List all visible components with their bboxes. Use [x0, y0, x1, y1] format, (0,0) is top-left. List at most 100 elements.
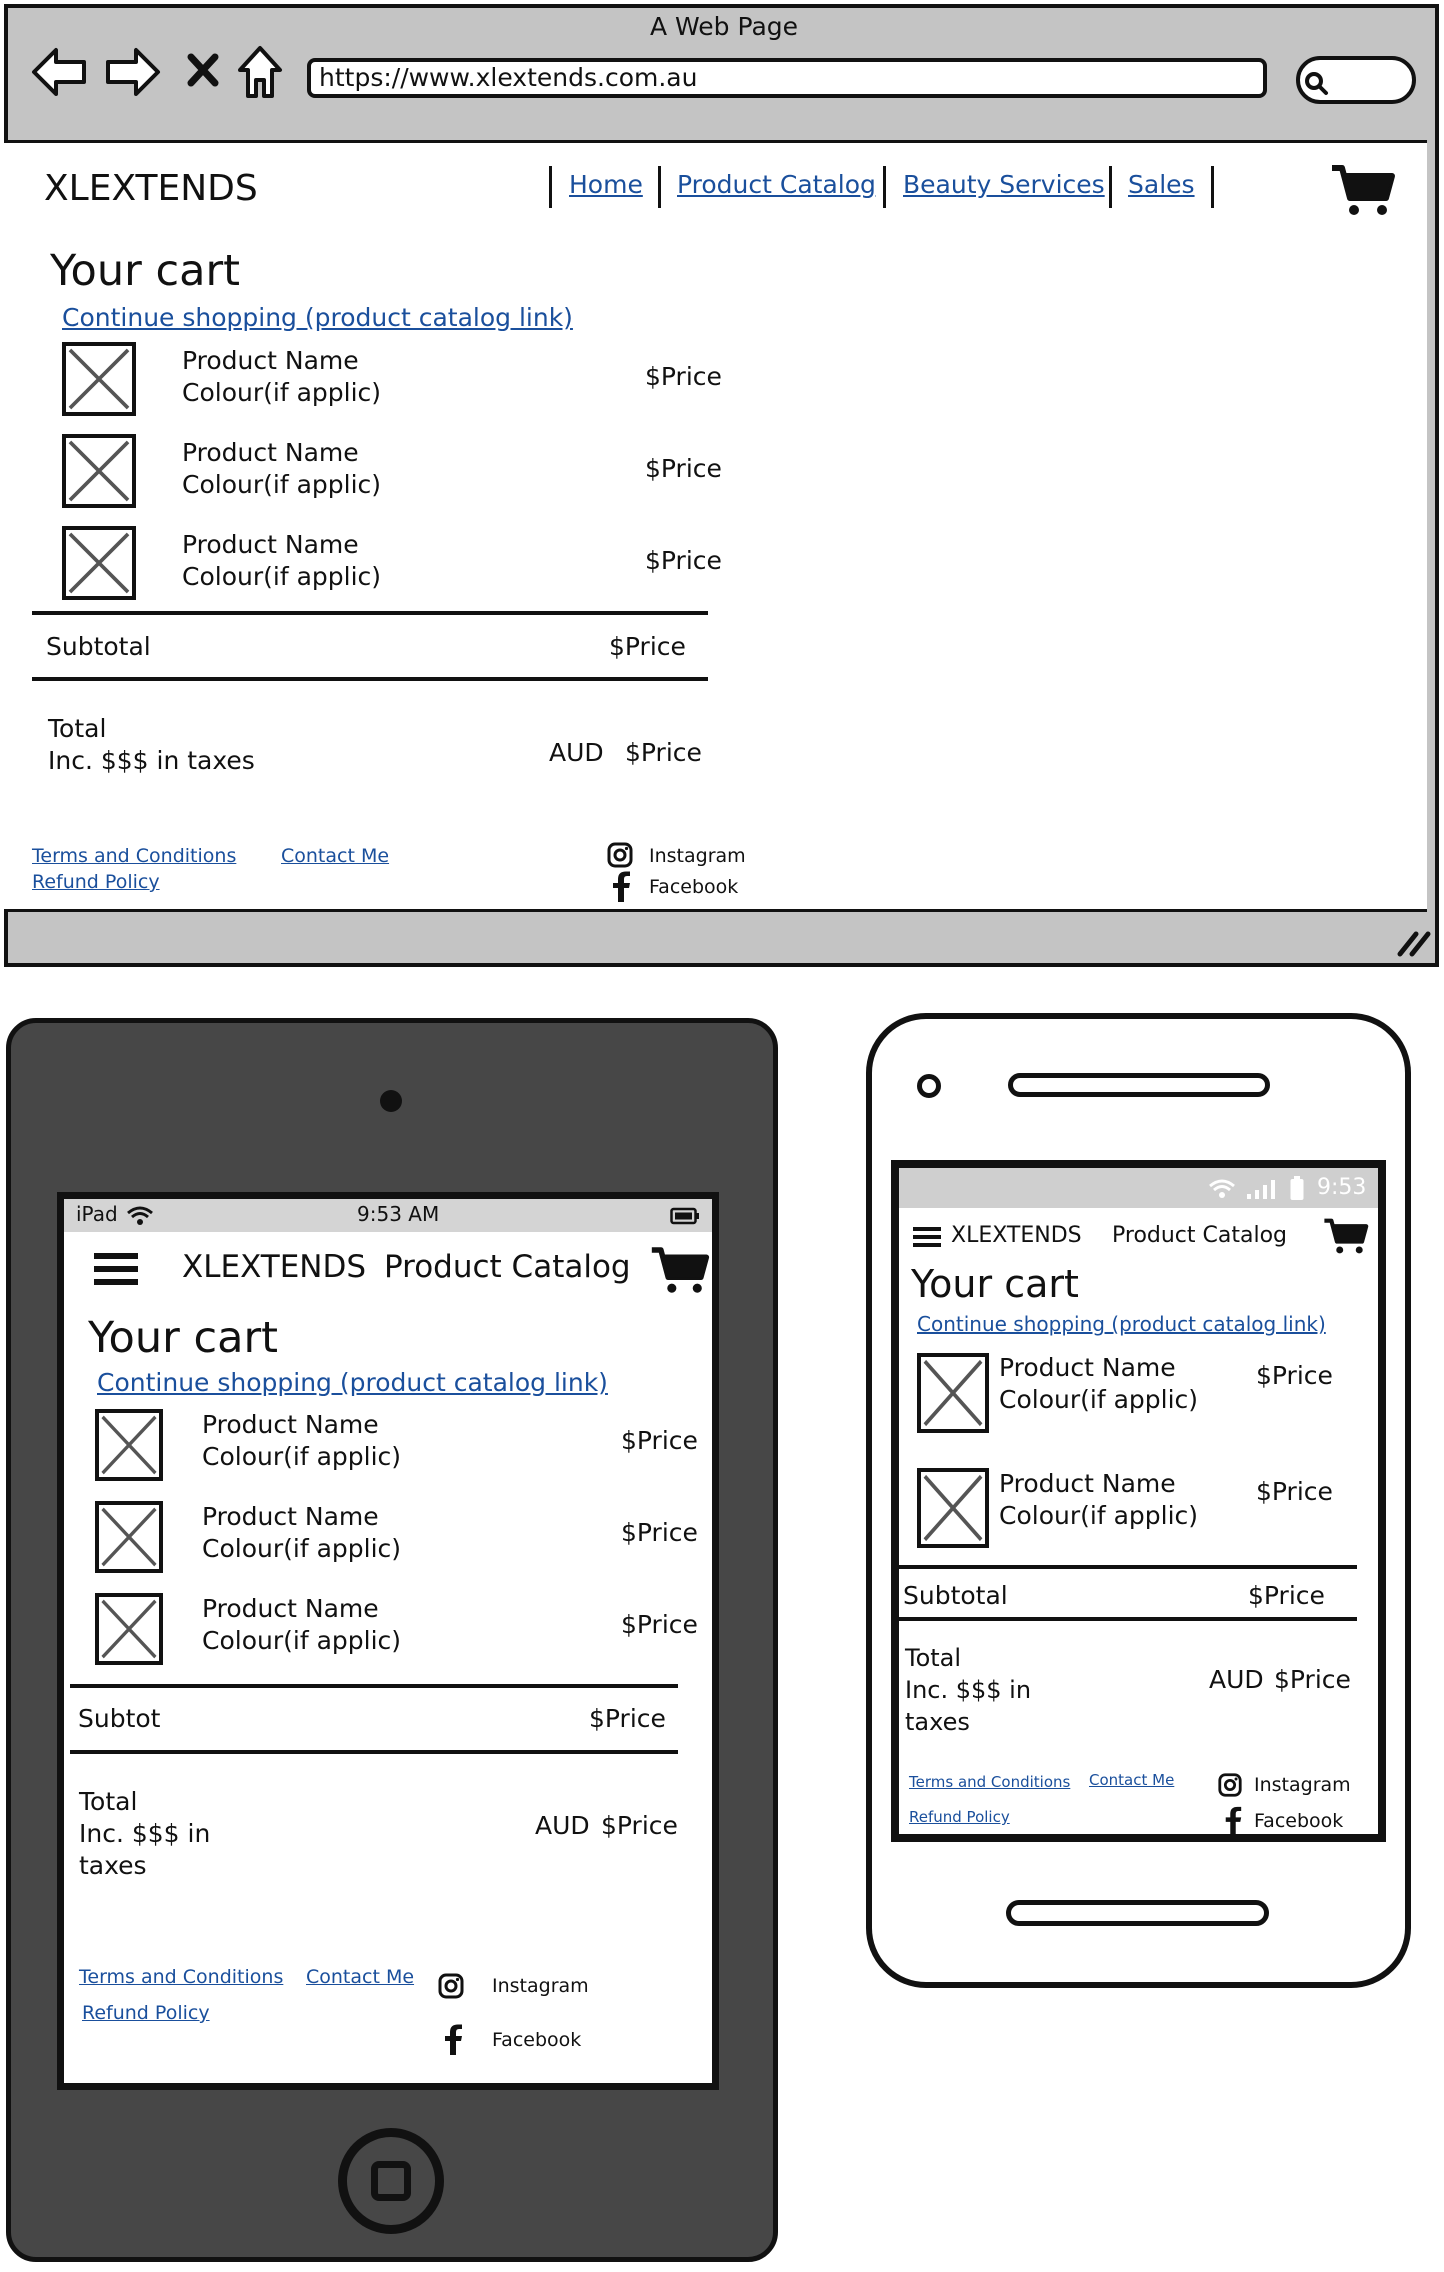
status-time: 9:53 AM	[357, 1202, 440, 1226]
product-colour: Colour(if applic)	[202, 1626, 402, 1655]
product-colour: Colour(if applic)	[182, 562, 382, 591]
facebook-icon[interactable]	[610, 871, 632, 903]
nav-home-link[interactable]: Home	[569, 170, 643, 199]
nav-divider	[549, 166, 552, 208]
product-colour: Colour(if applic)	[202, 1442, 402, 1471]
nav-divider	[658, 166, 661, 208]
subtotal-value: $Price	[589, 1704, 666, 1733]
total-tax-note: Inc. $$$ in taxes	[48, 746, 255, 775]
stop-icon[interactable]	[186, 52, 220, 88]
total-tax-note: Inc. $$$ in	[905, 1676, 1032, 1704]
hamburger-menu-icon[interactable]	[913, 1226, 941, 1248]
product-name: Product Name	[999, 1469, 1176, 1498]
total-currency: AUD	[1209, 1665, 1264, 1694]
nav-divider	[1211, 166, 1214, 208]
refund-policy-link[interactable]: Refund Policy	[909, 1808, 1010, 1826]
brand-logo: XLEXTENDS	[44, 168, 258, 209]
product-image	[62, 526, 136, 600]
total-value: $Price	[625, 738, 702, 767]
page-title: Product Catalog	[384, 1249, 631, 1285]
product-name: Product Name	[182, 438, 359, 467]
facebook-label[interactable]: Facebook	[649, 876, 738, 898]
battery-icon	[670, 1207, 699, 1225]
total-currency: AUD	[549, 738, 604, 767]
product-name: Product Name	[202, 1594, 379, 1623]
terms-link[interactable]: Terms and Conditions	[79, 1966, 283, 1988]
battery-icon	[1290, 1176, 1304, 1200]
cart-icon[interactable]	[1323, 1216, 1369, 1256]
terms-link[interactable]: Terms and Conditions	[909, 1773, 1070, 1791]
terms-link[interactable]: Terms and Conditions	[32, 845, 236, 867]
status-bar	[899, 1168, 1378, 1208]
product-name: Product Name	[182, 346, 359, 375]
total-currency: AUD	[535, 1811, 590, 1840]
total-label: Total	[79, 1787, 138, 1816]
product-image	[62, 342, 136, 416]
facebook-label[interactable]: Facebook	[1254, 1810, 1343, 1832]
cart-title: Your cart	[88, 1313, 278, 1363]
divider	[32, 611, 708, 615]
product-name: Product Name	[182, 530, 359, 559]
tablet-camera	[380, 1090, 402, 1112]
instagram-label[interactable]: Instagram	[492, 1975, 589, 1997]
resize-grip-icon[interactable]	[1396, 928, 1432, 958]
total-value: $Price	[1274, 1665, 1351, 1694]
back-arrow-icon[interactable]	[30, 46, 88, 98]
product-price: $Price	[621, 1518, 698, 1547]
device-label: iPad	[76, 1202, 118, 1226]
forward-arrow-icon[interactable]	[104, 46, 162, 98]
hamburger-menu-icon[interactable]	[94, 1251, 138, 1287]
product-colour: Colour(if applic)	[999, 1501, 1199, 1530]
refund-policy-link[interactable]: Refund Policy	[82, 2002, 210, 2024]
url-bar[interactable]: https://www.xlextends.com.au	[307, 58, 1267, 98]
nav-product-catalog-link[interactable]: Product Catalog	[677, 170, 876, 199]
total-tax-note: taxes	[905, 1708, 970, 1736]
instagram-label[interactable]: Instagram	[1254, 1774, 1351, 1796]
product-name: Product Name	[999, 1353, 1176, 1382]
continue-shopping-link[interactable]: Continue shopping (product catalog link)	[97, 1368, 608, 1397]
contact-link[interactable]: Contact Me	[1089, 1771, 1174, 1789]
divider	[32, 677, 708, 681]
cart-title: Your cart	[911, 1262, 1079, 1306]
facebook-icon[interactable]	[1223, 1806, 1243, 1836]
continue-shopping-link[interactable]: Continue shopping (product catalog link)	[62, 303, 573, 332]
phone-screen: 9:53 XLEXTENDS Product Catalog Your cart…	[891, 1160, 1386, 1842]
cart-icon[interactable]	[650, 1244, 710, 1296]
product-price: $Price	[645, 454, 722, 483]
instagram-icon[interactable]	[437, 1972, 465, 2000]
product-colour: Colour(if applic)	[182, 378, 382, 407]
page-title: Product Catalog	[1112, 1223, 1288, 1248]
home-icon[interactable]	[236, 44, 284, 100]
total-tax-note: Inc. $$$ in	[79, 1819, 211, 1848]
cart-icon[interactable]	[1330, 162, 1396, 218]
subtotal-value: $Price	[609, 632, 686, 661]
contact-link[interactable]: Contact Me	[281, 845, 389, 867]
continue-shopping-link[interactable]: Continue shopping (product catalog link)	[917, 1312, 1326, 1336]
divider	[899, 1565, 1357, 1569]
search-icon[interactable]	[1303, 70, 1329, 96]
brand-logo: XLEXTENDS	[182, 1249, 367, 1285]
product-image	[95, 1409, 163, 1481]
phone-camera	[917, 1074, 941, 1098]
phone-speaker	[1008, 1073, 1270, 1097]
instagram-label[interactable]: Instagram	[649, 845, 746, 867]
product-colour: Colour(if applic)	[182, 470, 382, 499]
refund-policy-link[interactable]: Refund Policy	[32, 871, 160, 893]
product-colour: Colour(if applic)	[999, 1385, 1199, 1414]
window-title: A Web Page	[650, 12, 799, 41]
nav-beauty-services-link[interactable]: Beauty Services	[903, 170, 1105, 199]
instagram-icon[interactable]	[606, 841, 634, 869]
facebook-label[interactable]: Facebook	[492, 2029, 581, 2051]
total-label: Total	[905, 1644, 962, 1672]
total-value: $Price	[601, 1811, 678, 1840]
phone-home-bar[interactable]	[1006, 1900, 1269, 1926]
total-label: Total	[48, 714, 107, 743]
product-colour: Colour(if applic)	[202, 1534, 402, 1563]
nav-sales-link[interactable]: Sales	[1128, 170, 1195, 199]
nav-divider	[883, 166, 886, 208]
product-price: $Price	[1256, 1477, 1333, 1506]
status-time: 9:53	[1317, 1175, 1367, 1200]
facebook-icon[interactable]	[442, 2024, 464, 2056]
instagram-icon[interactable]	[1217, 1772, 1243, 1798]
contact-link[interactable]: Contact Me	[306, 1966, 414, 1988]
